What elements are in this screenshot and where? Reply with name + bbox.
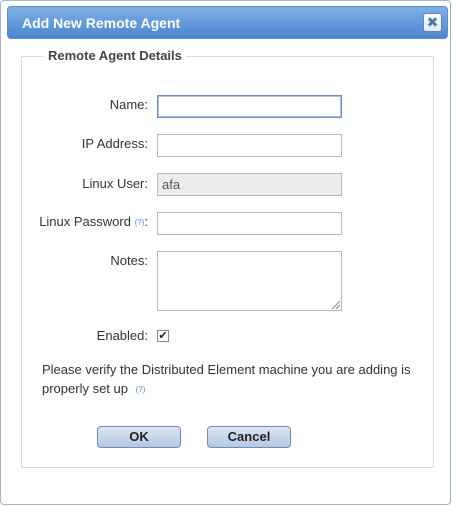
setup-note-help-icon[interactable]: (?) <box>136 385 146 394</box>
name-input[interactable] <box>157 95 342 118</box>
setup-note-text: Please verify the Distributed Element ma… <box>42 362 411 396</box>
enabled-checkbox[interactable]: ✔ <box>157 330 169 342</box>
linux-password-label-text: Linux Password <box>39 214 131 229</box>
setup-note: Please verify the Distributed Element ma… <box>42 360 422 399</box>
ok-button[interactable]: OK <box>97 426 181 448</box>
ip-address-input[interactable] <box>157 134 342 157</box>
linux-user-label: Linux User: <box>82 176 148 191</box>
linux-password-help-icon[interactable]: (?) <box>135 218 145 227</box>
cancel-button[interactable]: Cancel <box>207 426 291 448</box>
fieldset-legend: Remote Agent Details <box>44 48 186 63</box>
linux-password-input[interactable] <box>157 212 342 235</box>
add-remote-agent-dialog: Add New Remote Agent ✖ Remote Agent Deta… <box>0 0 451 505</box>
ip-address-label: IP Address: <box>81 136 148 151</box>
resize-grip-icon[interactable] <box>332 301 340 309</box>
dialog-title: Add New Remote Agent <box>22 15 181 31</box>
dialog-titlebar[interactable]: Add New Remote Agent ✖ <box>7 6 448 39</box>
name-label: Name: <box>109 97 148 112</box>
close-icon[interactable]: ✖ <box>423 13 442 32</box>
linux-user-input <box>157 173 342 196</box>
enabled-label: Enabled: <box>96 328 148 343</box>
linux-password-label: Linux Password (?): <box>39 214 148 229</box>
notes-label: Notes: <box>110 253 148 268</box>
notes-textarea[interactable] <box>157 251 342 311</box>
linux-password-colon: : <box>144 214 148 229</box>
